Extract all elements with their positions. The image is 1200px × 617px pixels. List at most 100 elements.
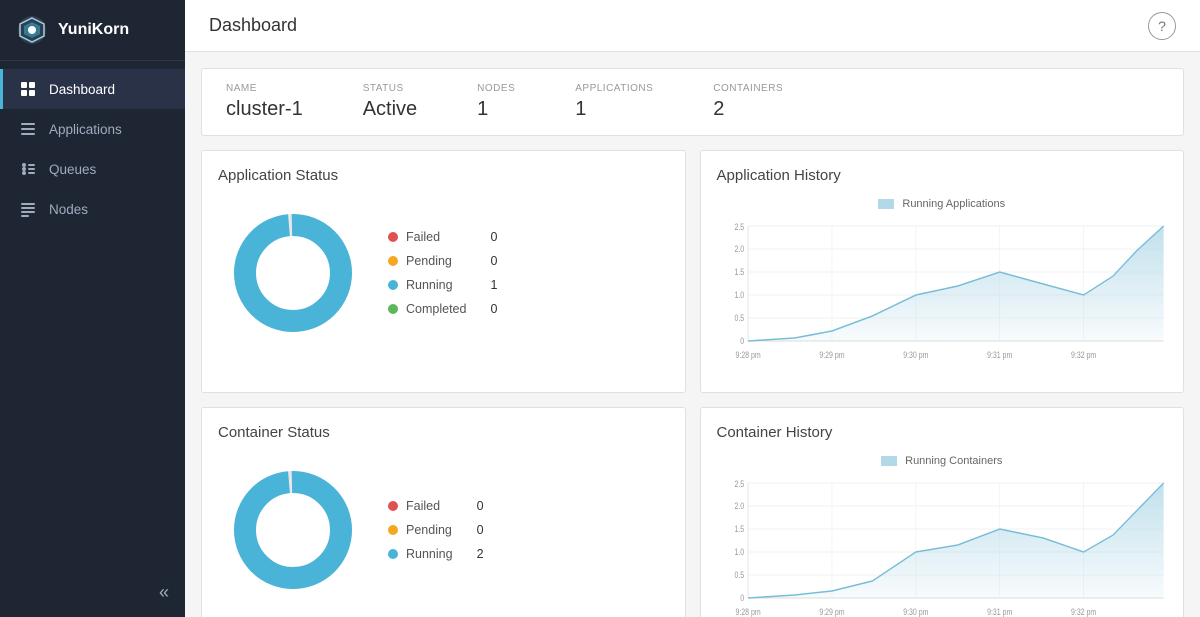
container-history-card: Container History Running Containers — [700, 407, 1185, 617]
container-status-legend: Failed 0 Pending 0 Running 2 — [388, 499, 484, 561]
svg-text:2.0: 2.0 — [734, 501, 744, 511]
container-status-card: Container Status Failed 0 — [201, 407, 686, 617]
svg-text:0.5: 0.5 — [734, 313, 744, 323]
completed-dot — [388, 304, 398, 314]
svg-text:1.5: 1.5 — [734, 267, 744, 277]
c-failed-dot — [388, 501, 398, 511]
cluster-containers-value: 2 — [713, 98, 783, 121]
cluster-containers-label: CONTAINERS — [713, 83, 783, 94]
cluster-nodes-field: NODES 1 — [477, 83, 515, 121]
sidebar: YuniKorn Dashboard Applic — [0, 0, 185, 617]
svg-text:9:28 pm: 9:28 pm — [735, 350, 760, 360]
svg-text:1.5: 1.5 — [734, 524, 744, 534]
sidebar-item-nodes[interactable]: Nodes — [0, 189, 185, 229]
sidebar-item-label: Nodes — [49, 202, 88, 217]
svg-text:2.0: 2.0 — [734, 244, 744, 254]
sidebar-item-dashboard[interactable]: Dashboard — [0, 69, 185, 109]
cluster-info-card: NAME cluster-1 STATUS Active NODES 1 APP… — [201, 68, 1184, 136]
c-pending-dot — [388, 525, 398, 535]
svg-text:2.5: 2.5 — [734, 479, 744, 489]
svg-text:9:30 pm: 9:30 pm — [903, 607, 928, 617]
cluster-name-label: NAME — [226, 83, 303, 94]
container-status-donut-container: Failed 0 Pending 0 Running 2 — [218, 455, 669, 605]
legend-running: Running 1 — [388, 278, 497, 292]
app-history-card: Application History Running Applications — [700, 150, 1185, 393]
container-history-title: Container History — [717, 424, 1168, 441]
cluster-name-value: cluster-1 — [226, 98, 303, 121]
queues-icon — [19, 160, 37, 178]
container-status-donut — [228, 465, 358, 595]
applications-icon — [19, 120, 37, 138]
legend-pending: Pending 0 — [388, 254, 497, 268]
c-legend-label: Running Containers — [905, 455, 1002, 467]
container-legend-failed: Failed 0 — [388, 499, 484, 513]
cluster-nodes-label: NODES — [477, 83, 515, 94]
dashboard-body: NAME cluster-1 STATUS Active NODES 1 APP… — [185, 52, 1200, 617]
app-charts-row: Application Status Failed — [201, 150, 1184, 393]
svg-text:9:31 pm: 9:31 pm — [987, 350, 1012, 360]
help-button[interactable]: ? — [1148, 12, 1176, 40]
cluster-name-field: NAME cluster-1 — [226, 83, 303, 121]
nodes-icon — [19, 200, 37, 218]
app-history-svg: 0 0.5 1.0 1.5 2.0 2.5 9:28 pm 9:29 pm 9:… — [717, 216, 1168, 366]
app-history-chart: 0 0.5 1.0 1.5 2.0 2.5 9:28 pm 9:29 pm 9:… — [717, 216, 1168, 376]
pending-dot — [388, 256, 398, 266]
app-status-donut — [228, 208, 358, 338]
app-history-legend: Running Applications — [717, 198, 1168, 210]
app-status-legend: Failed 0 Pending 0 Running 1 — [388, 230, 497, 316]
cluster-status-field: STATUS Active — [363, 83, 417, 121]
legend-label: Running Applications — [902, 198, 1005, 210]
svg-text:1.0: 1.0 — [734, 290, 744, 300]
app-history-title: Application History — [717, 167, 1168, 184]
container-status-title: Container Status — [218, 424, 669, 441]
svg-text:9:31 pm: 9:31 pm — [987, 607, 1012, 617]
cluster-containers-field: CONTAINERS 2 — [713, 83, 783, 121]
app-status-card: Application Status Failed — [201, 150, 686, 393]
dashboard-icon — [19, 80, 37, 98]
container-history-chart: 0 0.5 1.0 1.5 2.0 2.5 9:28 pm 9:29 pm 9:… — [717, 473, 1168, 617]
page-title: Dashboard — [209, 15, 297, 36]
svg-text:0: 0 — [740, 593, 744, 603]
sidebar-item-label: Applications — [49, 122, 122, 137]
cluster-applications-field: APPLICATIONS 1 — [575, 83, 653, 121]
sidebar-item-queues[interactable]: Queues — [0, 149, 185, 189]
failed-dot — [388, 232, 398, 242]
nav-menu: Dashboard Applications — [0, 61, 185, 568]
sidebar-item-label: Dashboard — [49, 82, 115, 97]
svg-text:9:30 pm: 9:30 pm — [903, 350, 928, 360]
c-running-dot — [388, 549, 398, 559]
svg-text:2.5: 2.5 — [734, 222, 744, 232]
logo-icon — [16, 14, 48, 46]
legend-failed: Failed 0 — [388, 230, 497, 244]
container-legend-running: Running 2 — [388, 547, 484, 561]
collapse-button[interactable]: « — [0, 568, 185, 617]
running-dot — [388, 280, 398, 290]
svg-text:0.5: 0.5 — [734, 570, 744, 580]
app-name: YuniKorn — [58, 21, 129, 39]
sidebar-item-label: Queues — [49, 162, 96, 177]
svg-text:1.0: 1.0 — [734, 547, 744, 557]
cluster-applications-value: 1 — [575, 98, 653, 121]
topbar: Dashboard ? — [185, 0, 1200, 52]
cluster-status-label: STATUS — [363, 83, 417, 94]
cluster-nodes-value: 1 — [477, 98, 515, 121]
cluster-status-value: Active — [363, 98, 417, 121]
svg-text:9:32 pm: 9:32 pm — [1071, 607, 1096, 617]
c-legend-swatch — [881, 456, 897, 466]
legend-completed: Completed 0 — [388, 302, 497, 316]
main-content: Dashboard ? NAME cluster-1 STATUS Active… — [185, 0, 1200, 617]
container-history-svg: 0 0.5 1.0 1.5 2.0 2.5 9:28 pm 9:29 pm 9:… — [717, 473, 1168, 617]
app-status-title: Application Status — [218, 167, 669, 184]
svg-text:9:29 pm: 9:29 pm — [819, 607, 844, 617]
svg-text:0: 0 — [740, 336, 744, 346]
svg-text:9:32 pm: 9:32 pm — [1071, 350, 1096, 360]
container-charts-row: Container Status Failed 0 — [201, 407, 1184, 617]
legend-swatch — [878, 199, 894, 209]
container-legend-pending: Pending 0 — [388, 523, 484, 537]
cluster-applications-label: APPLICATIONS — [575, 83, 653, 94]
app-status-donut-container: Failed 0 Pending 0 Running 1 — [218, 198, 669, 348]
svg-text:9:29 pm: 9:29 pm — [819, 350, 844, 360]
sidebar-item-applications[interactable]: Applications — [0, 109, 185, 149]
logo-area: YuniKorn — [0, 0, 185, 61]
svg-text:9:28 pm: 9:28 pm — [735, 607, 760, 617]
